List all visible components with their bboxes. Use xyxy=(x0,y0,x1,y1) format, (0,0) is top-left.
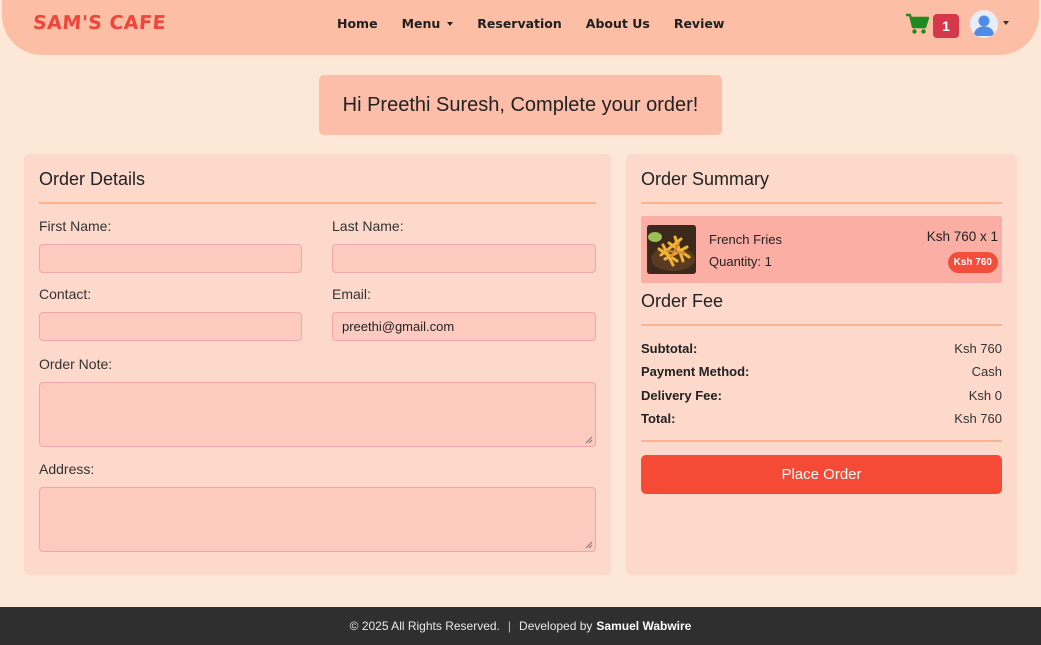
item-total-badge: Ksh 760 xyxy=(947,252,998,273)
item-quantity: Quantity: 1 xyxy=(709,254,772,269)
fee-key: Payment Method: xyxy=(641,364,750,379)
contact-input[interactable] xyxy=(39,312,302,341)
order-summary-card: Order Summary French Fries Quantity: 1 K… xyxy=(626,154,1017,575)
nav-home-link[interactable]: Home xyxy=(337,16,378,31)
chevron-down-icon xyxy=(447,21,454,26)
cart-count-badge[interactable]: 1 xyxy=(933,14,959,38)
contact-label: Contact: xyxy=(39,286,92,302)
item-name: French Fries xyxy=(709,232,782,247)
last-name-input[interactable] xyxy=(332,244,596,273)
nav-menu-label: Menu xyxy=(401,16,441,31)
order-item-row: French Fries Quantity: 1 Ksh 760 x 1 Ksh… xyxy=(641,216,1002,283)
fee-value: Ksh 760 xyxy=(954,341,1002,356)
nav-links: Home Menu Reservation About Us Review xyxy=(337,16,748,31)
nav-about-link[interactable]: About Us xyxy=(586,16,650,31)
fee-row-total: Total: Ksh 760 xyxy=(641,411,1002,426)
fee-row-payment-method: Payment Method: Cash xyxy=(641,364,1002,379)
email-input[interactable]: preethi@gmail.com xyxy=(332,312,596,341)
footer: © 2025 All Rights Reserved. | Developed … xyxy=(0,607,1041,645)
top-navbar: SAM'S CAFE Home Menu Reservation About U… xyxy=(2,0,1039,55)
email-label: Email: xyxy=(332,286,371,302)
footer-developer-link[interactable]: Samuel Wabwire xyxy=(596,619,691,633)
brand-logo[interactable]: SAM'S CAFE xyxy=(32,12,167,34)
nav-menu-dropdown[interactable]: Menu xyxy=(402,16,454,31)
resize-handle-icon[interactable] xyxy=(585,541,593,549)
fee-row-delivery: Delivery Fee: Ksh 0 xyxy=(641,388,1002,403)
fee-key: Delivery Fee: xyxy=(641,388,722,403)
nav-reservation-label: Reservation xyxy=(477,16,562,31)
footer-copyright: © 2025 All Rights Reserved. xyxy=(349,619,500,633)
user-avatar-icon[interactable] xyxy=(970,10,998,38)
order-summary-title: Order Summary xyxy=(641,169,770,189)
footer-separator: | xyxy=(507,619,512,633)
last-name-label: Last Name: xyxy=(332,218,404,234)
nav-review-label: Review xyxy=(673,16,725,31)
place-order-button[interactable]: Place Order xyxy=(641,455,1002,494)
order-fee-divider xyxy=(641,324,1002,326)
avatar-dropdown-chevron-icon[interactable] xyxy=(1003,21,1009,25)
user-silhouette-icon xyxy=(973,15,995,36)
address-label: Address: xyxy=(39,461,95,477)
order-summary-divider xyxy=(641,202,1002,204)
order-details-card: Order Details First Name: Last Name: Con… xyxy=(24,154,611,575)
order-note-label: Order Note: xyxy=(39,356,113,372)
greeting-banner: Hi Preethi Suresh, Complete your order! xyxy=(319,75,722,135)
order-details-title: Order Details xyxy=(39,169,146,189)
footer-developed-by: Developed by xyxy=(519,619,593,633)
order-details-divider xyxy=(39,202,596,204)
fee-key: Subtotal: xyxy=(641,341,698,356)
first-name-label: First Name: xyxy=(39,218,112,234)
shopping-cart-icon[interactable] xyxy=(905,13,929,35)
fee-value: Cash xyxy=(971,364,1002,379)
order-fee-title: Order Fee xyxy=(641,291,724,311)
first-name-input[interactable] xyxy=(39,244,302,273)
item-price: Ksh 760 x 1 xyxy=(926,229,998,244)
resize-handle-icon[interactable] xyxy=(585,436,593,444)
order-note-textarea[interactable] xyxy=(39,382,596,447)
french-fries-image xyxy=(647,225,696,274)
food-photo-icon xyxy=(647,225,696,274)
nav-home-label: Home xyxy=(337,16,378,31)
fee-bottom-divider xyxy=(641,440,1002,442)
nav-about-label: About Us xyxy=(585,16,650,31)
fee-row-subtotal: Subtotal: Ksh 760 xyxy=(641,341,1002,356)
fee-key: Total: xyxy=(641,411,676,426)
address-textarea[interactable] xyxy=(39,487,596,552)
nav-reservation-link[interactable]: Reservation xyxy=(477,16,562,31)
fee-value: Ksh 0 xyxy=(968,388,1002,403)
fee-value: Ksh 760 xyxy=(954,411,1002,426)
nav-review-link[interactable]: Review xyxy=(674,16,725,31)
